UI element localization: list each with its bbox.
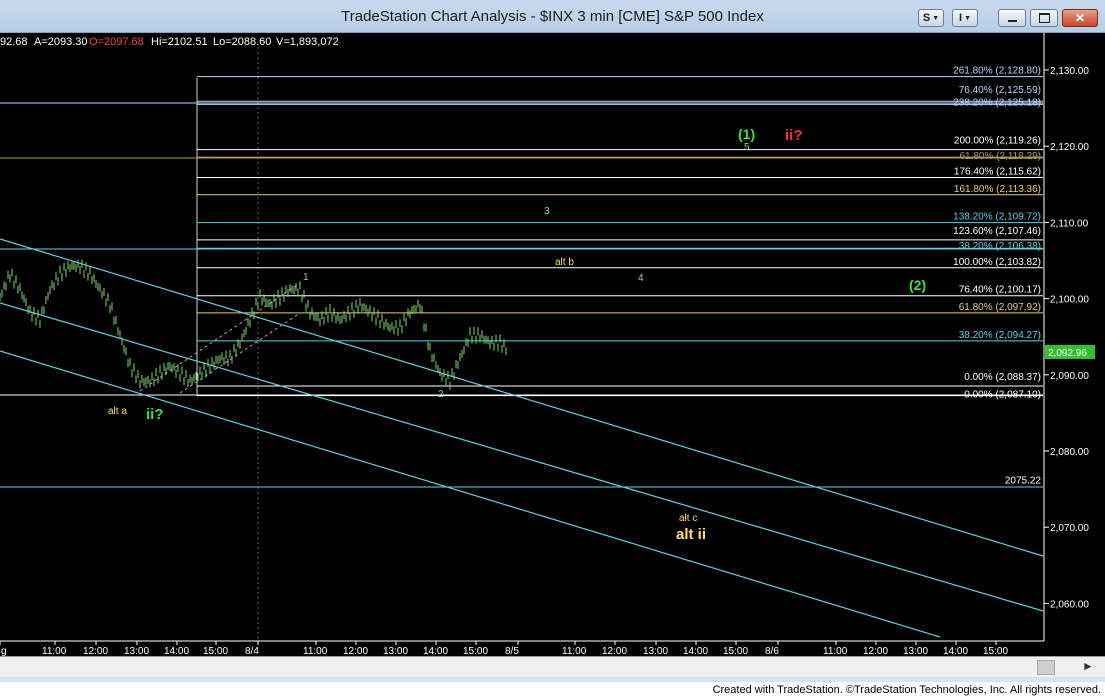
close-icon: ✕ (1074, 11, 1086, 25)
status-low: Lo=2088.60 (213, 36, 271, 48)
wave-label-ii-red: ii? (785, 127, 803, 144)
time-tick-label: 14:00 (943, 646, 968, 656)
fib-level-label: 161.80% (2,113.36) (954, 184, 1041, 195)
price-tick-label: 2,090.00 (1050, 371, 1089, 382)
price-chart[interactable]: 92.68 A=2093.30 O=2097.68 Hi=2102.51 Lo=… (0, 33, 1105, 657)
wave-label-alt-c: alt c (679, 513, 697, 524)
wave-label-alt-ii: alt ii (676, 526, 706, 543)
time-axis[interactable]: g 11:00 12:00 13:00 14:00 15:00 8/4 11:00 12:00 1… (0, 641, 1008, 657)
last-price-label: 2,092.96 (1048, 348, 1087, 359)
minimize-icon (1007, 20, 1017, 22)
time-tick-label: 15:00 (983, 646, 1008, 656)
fib-level-label: 76.40% (2,100.17) (959, 285, 1041, 296)
fib-level-label: 38.20% (2,106.38) (959, 241, 1041, 252)
wave-label-alt-a: alt a (108, 406, 127, 417)
status-high: Hi=2102.51 (151, 36, 208, 48)
fib-level-label: 2075.22 (1005, 476, 1042, 487)
price-tick-label: 2,070.00 (1050, 523, 1089, 534)
time-tick-label: 11:00 (562, 646, 587, 656)
wave-label-alt-b: alt b (555, 257, 574, 268)
time-tick-label: 8/4 (245, 646, 259, 656)
time-tick-label: 14:00 (164, 646, 189, 656)
channel-line-upper (0, 238, 1044, 557)
minimize-button[interactable] (998, 9, 1026, 27)
time-tick-label: 15:00 (203, 646, 228, 656)
wave-label-4: 4 (638, 273, 644, 284)
chart-window: TradeStation Chart Analysis - $INX 3 min… (0, 0, 1105, 682)
price-tick-label: 2,110.00 (1050, 218, 1089, 229)
title-bar[interactable]: TradeStation Chart Analysis - $INX 3 min… (0, 0, 1105, 33)
price-tick-label: 2,100.00 (1050, 295, 1089, 306)
time-tick-label: 14:00 (683, 646, 708, 656)
time-tick-label: 13:00 (383, 646, 408, 656)
time-tick-label: 8/5 (505, 646, 519, 656)
time-tick-label: 8/6 (765, 646, 779, 656)
footer-credit: Created with TradeStation. ©TradeStation… (712, 684, 1101, 696)
fib-level-label: 100.00% (2,103.82) (953, 257, 1041, 268)
time-tick-label: 13:00 (903, 646, 928, 656)
fib-level-label: 123.60% (2,107.46) (953, 226, 1041, 237)
time-tick-label: 11:00 (303, 646, 328, 656)
fib-level-label: 61.80% (2,118.29) (959, 151, 1041, 162)
status-open: O=2097.68 (89, 36, 144, 48)
time-tick-label: 12:00 (863, 646, 888, 656)
fib-level-label: 61.80% (2,097.92) (959, 302, 1041, 313)
status-close: 92.68 (0, 36, 28, 48)
time-tick-label: 12:00 (83, 646, 108, 656)
price-tick-label: 2,060.00 (1050, 599, 1089, 610)
status-volume: V=1,893,072 (276, 36, 339, 48)
maximize-button[interactable] (1030, 9, 1058, 27)
time-tick-label: 11:00 (42, 646, 67, 656)
status-ask: A=2093.30 (34, 36, 88, 48)
time-tick-label: 12:00 (343, 646, 368, 656)
price-axis[interactable]: 2,130.00 2,120.00 2,110.00 2,100.00 2,090.00… (1044, 66, 1089, 610)
time-tick-label: g (1, 646, 7, 656)
wave-label-3: 3 (544, 206, 550, 217)
fib-level-label: 138.20% (2,109.72) (953, 212, 1041, 223)
price-tick-label: 2,120.00 (1050, 142, 1089, 153)
chevron-down-icon: ▼ (932, 14, 940, 22)
s-menu-button[interactable]: S ▼ (918, 9, 944, 27)
scroll-right-arrow-icon[interactable]: ► (1082, 659, 1094, 673)
time-tick-label: 13:00 (643, 646, 668, 656)
dashed-channel (139, 282, 301, 392)
chart-area[interactable]: 92.68 A=2093.30 O=2097.68 Hi=2102.51 Lo=… (0, 33, 1105, 657)
wave-label-1: 1 (303, 272, 309, 283)
price-tick-label: 2,130.00 (1050, 66, 1089, 77)
wave-label-2: 2 (438, 389, 444, 400)
channel-line-lower (0, 350, 941, 638)
time-tick-label: 15:00 (463, 646, 488, 656)
time-tick-label: 11:00 (823, 646, 848, 656)
fib-level-label: 76.40% (2,125.59) (959, 85, 1041, 96)
fib-level-label: 200.00% (2,119.26) (954, 136, 1041, 147)
chevron-down-icon: ▼ (964, 14, 971, 22)
maximize-icon (1038, 13, 1050, 23)
i-menu-button[interactable]: I ▼ (952, 9, 978, 27)
time-tick-label: 15:00 (723, 646, 748, 656)
channel-line-middle (0, 302, 1044, 612)
wave-label-ii-green: ii? (146, 406, 164, 423)
fib-level-label: 38.20% (2,094.27) (959, 330, 1041, 341)
wave-label-5: 5 (744, 142, 750, 153)
time-tick-label: 14:00 (423, 646, 448, 656)
time-tick-label: 13:00 (124, 646, 149, 656)
horizontal-scrollbar[interactable]: ► (0, 656, 1105, 677)
fib-level-label: 176.40% (2,115.62) (954, 167, 1041, 178)
fib-level-label: 0.00% (2,088.37) (964, 372, 1041, 383)
scroll-thumb[interactable] (1037, 660, 1055, 675)
price-tick-label: 2,080.00 (1050, 447, 1089, 458)
time-tick-label: 12:00 (602, 646, 627, 656)
wave-label-paren-2: (2) (909, 277, 926, 293)
wave-label-paren-1: (1) (738, 126, 755, 142)
close-button[interactable]: ✕ (1062, 9, 1098, 27)
fib-level-label: 261.80% (2,128.80) (953, 66, 1041, 77)
